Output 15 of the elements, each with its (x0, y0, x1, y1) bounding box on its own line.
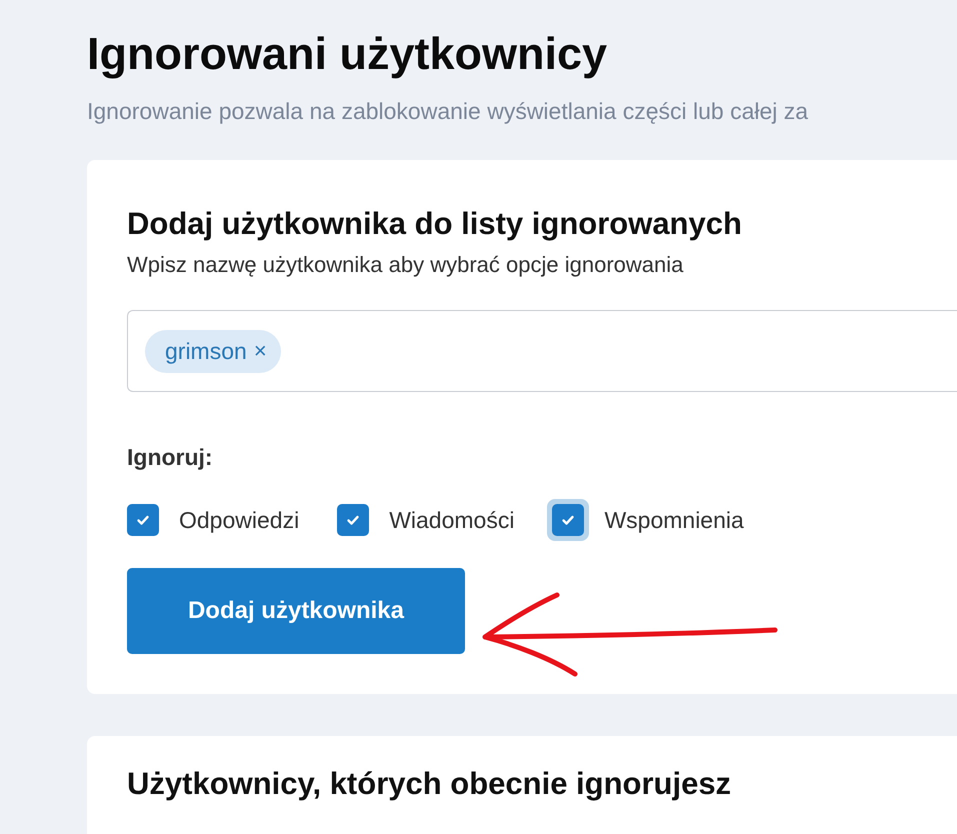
add-user-button[interactable]: Dodaj użytkownika (127, 568, 465, 654)
checkbox[interactable] (337, 504, 370, 536)
username-field[interactable]: grimson × (127, 310, 957, 392)
user-chip[interactable]: grimson × (145, 330, 281, 372)
card-title: Użytkownicy, których obecnie ignorujesz (127, 765, 732, 803)
card-title: Dodaj użytkownika do listy ignorowanych (127, 205, 743, 243)
options-label: Ignoruj: (127, 443, 214, 472)
checkbox-label: Odpowiedzi (179, 506, 300, 534)
page-title: Ignorowani użytkownicy (87, 27, 608, 81)
checkbox-label: Wspomnienia (604, 506, 744, 534)
card-description: Wpisz nazwę użytkownika aby wybrać opcje ignorowania (127, 251, 684, 279)
page-description: Ignorowanie pozwala na zablokowanie wyświetlania części lub całej za (87, 97, 810, 126)
checkbox[interactable] (127, 504, 159, 536)
checkbox-label: Wiadomości (389, 506, 514, 534)
remove-icon[interactable]: × (254, 338, 267, 364)
